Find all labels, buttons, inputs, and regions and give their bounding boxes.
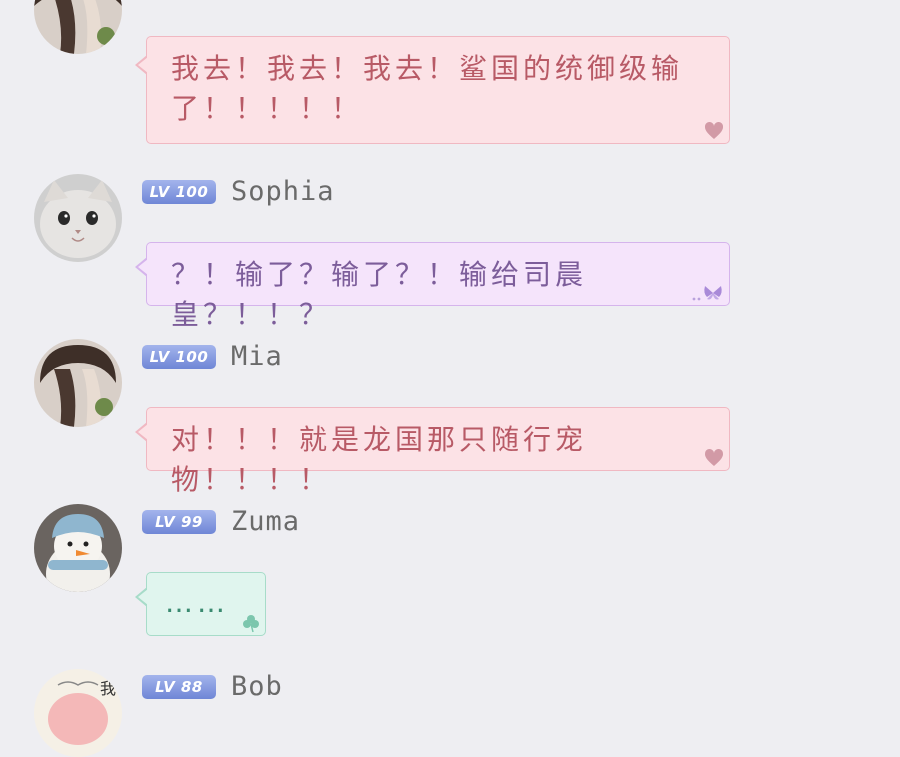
message-bubble[interactable]: …… [135,572,266,636]
message-bubble[interactable]: 对！！！就是龙国那只随行宠物！！！！ [135,407,730,496]
snowman-avatar-icon [34,504,122,592]
clover-icon [243,615,259,633]
user-avatar[interactable] [34,339,122,427]
username[interactable]: Bob [231,669,283,705]
cat-avatar-icon [34,174,122,262]
username[interactable]: Sophia [231,174,335,210]
user-avatar[interactable] [34,504,122,592]
message-text: 对！！！就是龙国那只随行宠物！！！！ [171,423,588,496]
level-badge: LV 99 [142,510,216,534]
heart-icon [704,121,724,139]
bubble-tail-fill [138,589,148,605]
bubble-tail-fill [138,259,148,275]
message-bubble[interactable]: 我去！我去！我去！鲨国的统御级输了！！！！！ [135,36,730,144]
user-avatar[interactable]: 我 [34,669,122,757]
message-text: ？！输了？输了？！输给司晨皇？！！？ [171,258,588,331]
level-badge: LV 100 [142,345,216,369]
girl-hair-avatar-icon [34,0,122,54]
butterfly-icon [692,286,722,301]
message-text: 我去！我去！我去！鲨国的统御级输了！！！！！ [171,52,684,125]
username[interactable]: Zuma [231,504,300,540]
avatar-char: 我 [99,679,116,698]
username[interactable]: Mia [231,339,283,375]
level-badge: LV 88 [142,675,216,699]
bubble-tail-fill [138,424,148,440]
bubble-tail-fill [138,57,148,73]
message-bubble[interactable]: ？！输了？输了？！输给司晨皇？！！？ [135,242,730,331]
level-badge: LV 100 [142,180,216,204]
user-avatar[interactable] [34,0,122,54]
heart-icon [704,448,724,466]
message-text: …… [165,586,229,619]
girl-hair-avatar-icon [34,339,122,427]
user-avatar[interactable] [34,174,122,262]
